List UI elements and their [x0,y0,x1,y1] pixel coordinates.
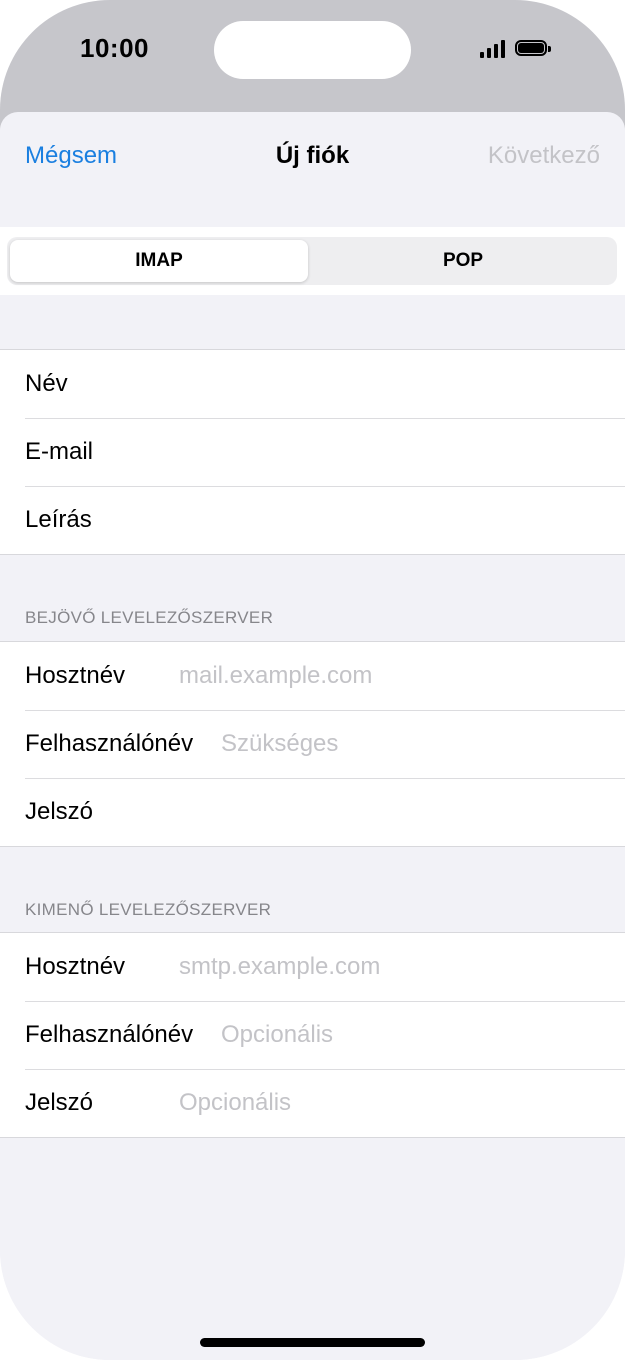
outgoing-server-header: KIMENŐ LEVELEZŐSZERVER [25,900,272,919]
incoming-hostname-label: Hosztnév [25,662,126,689]
battery-icon [515,38,551,58]
status-time: 10:00 [80,33,149,63]
email-label: E-mail [25,438,94,465]
outgoing-password-input[interactable] [179,1083,605,1123]
outgoing-server-group: Hosztnév Felhasználónév Jelszó [0,932,625,1138]
outgoing-hostname-row: Hosztnév [0,933,625,1001]
status-icons [480,38,551,58]
name-label: Név [25,370,68,397]
incoming-username-row: Felhasználónév [0,710,625,778]
incoming-password-row: Jelszó [0,778,625,846]
outgoing-password-label: Jelszó [25,1089,94,1116]
incoming-server-group: Hosztnév Felhasználónév Jelszó [0,641,625,847]
next-button[interactable]: Következő [488,142,600,170]
description-row[interactable]: Leírás [0,486,625,554]
protocol-selector-band: IMAP POP [0,227,625,295]
outgoing-password-row: Jelszó [0,1069,625,1137]
incoming-hostname-input[interactable] [179,656,605,696]
navigation-bar: Mégsem Új fiók Következő [0,112,625,227]
incoming-username-input[interactable] [221,724,605,764]
incoming-password-input[interactable] [179,792,605,832]
description-label: Leírás [25,506,92,533]
home-indicator [200,1338,425,1347]
outgoing-username-label: Felhasználónév [25,1021,194,1048]
outgoing-hostname-input[interactable] [179,947,605,987]
incoming-hostname-row: Hosztnév [0,642,625,710]
outgoing-hostname-label: Hosztnév [25,953,126,980]
protocol-segmented-control: IMAP POP [7,237,617,285]
dynamic-island [214,21,411,79]
outgoing-username-input[interactable] [221,1015,605,1055]
cellular-signal-icon [480,38,505,58]
incoming-password-label: Jelszó [25,798,94,825]
account-info-group: Név E-mail Leírás [0,349,625,555]
incoming-server-header: BEJÖVŐ LEVELEZŐSZERVER [25,608,274,627]
segment-imap[interactable]: IMAP [10,240,308,282]
new-account-sheet: Mégsem Új fiók Következő IMAP POP Név E-… [0,112,625,1360]
incoming-username-label: Felhasználónév [25,730,194,757]
phone-screen: 10:00 Mégsem Új fiók Következő IMAP POP … [0,0,625,1360]
outgoing-username-row: Felhasználónév [0,1001,625,1069]
email-row[interactable]: E-mail [0,418,625,486]
segment-pop[interactable]: POP [312,240,614,282]
name-row[interactable]: Név [0,350,625,418]
